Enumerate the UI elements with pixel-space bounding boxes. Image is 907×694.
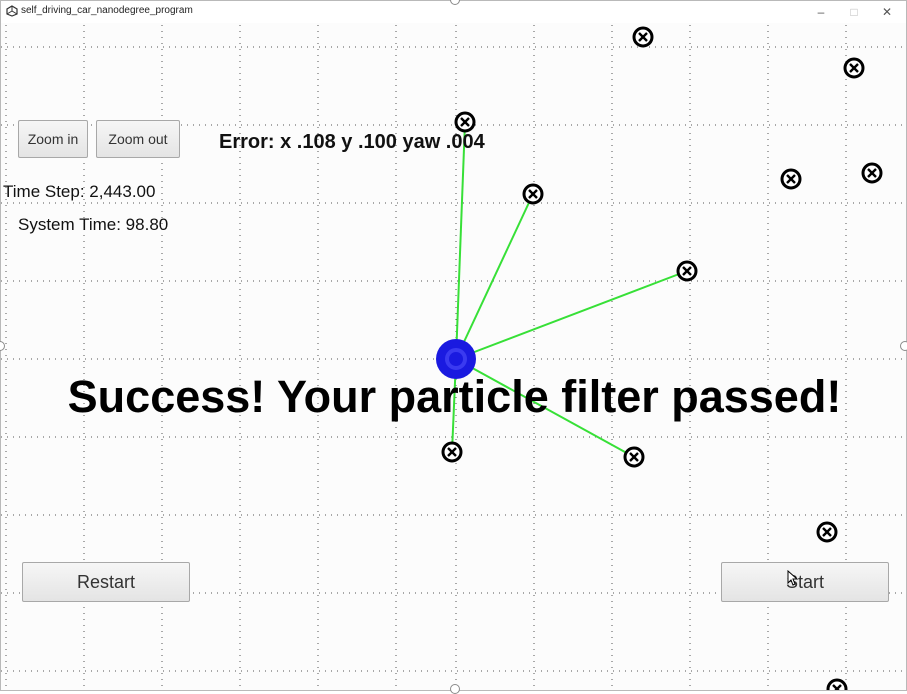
circle-x-icon bbox=[676, 260, 698, 282]
minimize-button[interactable]: – bbox=[804, 1, 838, 23]
success-message: Success! Your particle filter passed! bbox=[67, 371, 842, 422]
mouse-cursor-icon bbox=[787, 570, 799, 586]
circle-x-icon bbox=[826, 678, 848, 690]
resize-handle-right[interactable] bbox=[900, 341, 907, 351]
start-button[interactable]: Start bbox=[721, 562, 889, 602]
close-button[interactable]: ✕ bbox=[870, 1, 904, 23]
circle-x-icon bbox=[843, 57, 865, 79]
window-title: self_driving_car_nanodegree_program bbox=[21, 5, 193, 16]
circle-x-icon bbox=[441, 441, 463, 463]
circle-x-icon bbox=[780, 168, 802, 190]
circle-x-icon bbox=[522, 183, 544, 205]
circle-x-icon bbox=[632, 26, 654, 48]
circle-x-icon bbox=[861, 162, 883, 184]
zoom-in-button[interactable]: Zoom in bbox=[18, 120, 88, 158]
maximize-button[interactable]: □ bbox=[837, 1, 871, 23]
circle-x-icon bbox=[454, 111, 476, 133]
simulator-window: self_driving_car_nanodegree_program – □ … bbox=[0, 0, 907, 691]
circle-x-icon bbox=[623, 446, 645, 468]
error-readout: Error: x .108 y .100 yaw .004 bbox=[219, 131, 485, 153]
circle-x-icon bbox=[816, 521, 838, 543]
observation-line bbox=[455, 121, 466, 360]
zoom-out-button[interactable]: Zoom out bbox=[96, 120, 180, 158]
system-time-readout: System Time: 98.80 bbox=[18, 215, 169, 234]
time-step-readout: Time Step: 2,443.00 bbox=[3, 182, 156, 201]
restart-button[interactable]: Restart bbox=[22, 562, 190, 602]
resize-handle-bottom[interactable] bbox=[450, 684, 460, 694]
unity-logo-icon bbox=[6, 5, 18, 17]
